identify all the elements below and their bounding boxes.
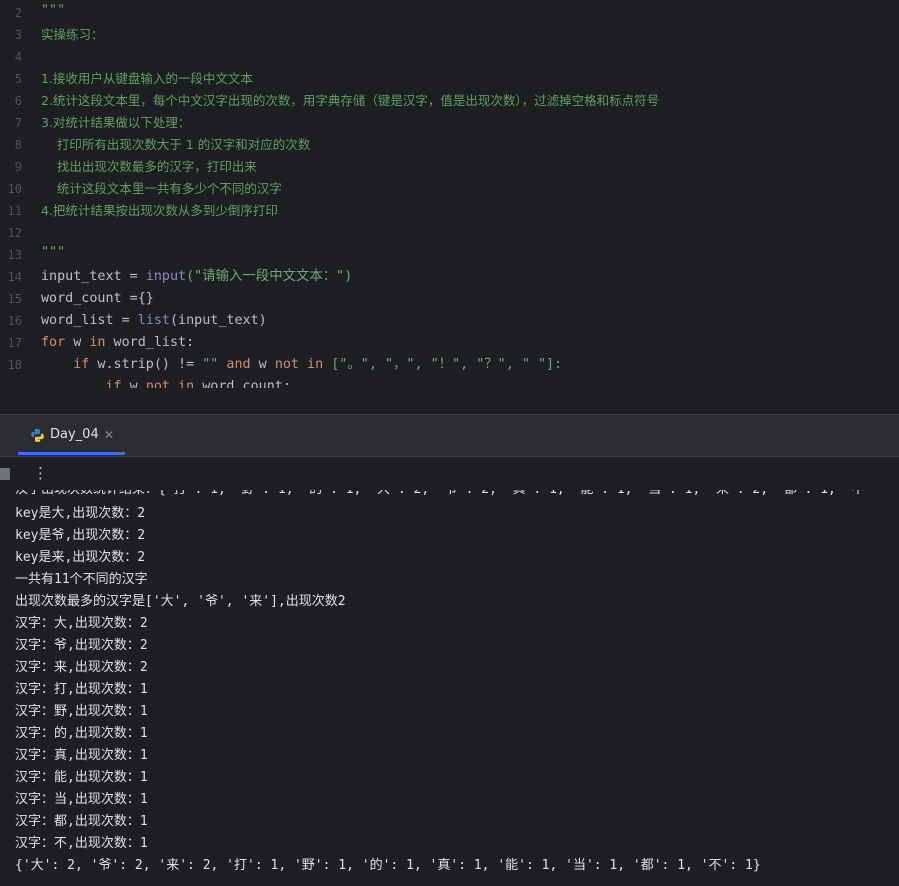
code-token-string: ""	[202, 357, 219, 372]
line-number-gutter: 2 3 4 5 6 7 8 9 10 11 12 13 14 15 16 17 …	[0, 0, 28, 388]
code-token: w.strip() !=	[89, 357, 203, 372]
code-token-keyword: if	[41, 379, 122, 388]
doc-line: 实操练习：	[41, 27, 104, 42]
code-token-keyword: and	[218, 357, 251, 372]
console-line: 汉字：爷,出现次数：2	[15, 638, 148, 653]
tab-day-04[interactable]: Day_04 ✕	[18, 415, 125, 456]
line-number: 3	[14, 28, 22, 42]
code-token: w	[65, 335, 90, 350]
doc-line: 找出出现次数最多的汉字，打印出来	[41, 159, 257, 174]
line-number: 12	[7, 226, 22, 240]
code-token: w	[121, 379, 146, 388]
run-tool-window-header: Day_04 ✕	[0, 415, 899, 456]
code-token-keyword: not	[274, 357, 299, 372]
line-number: 4	[14, 50, 22, 64]
code-token: (input_text)	[170, 313, 267, 328]
code-token: =	[121, 269, 146, 284]
console-line: {'大': 2, '爷': 2, '来': 2, '打': 1, '野': 1,…	[15, 858, 761, 873]
code-token-keyword: in	[299, 357, 324, 372]
doc-line: 3.对统计结果做以下处理：	[41, 115, 191, 130]
line-number: 2	[14, 6, 22, 20]
console-line: 汉字：真,出现次数：1	[15, 748, 148, 763]
line-number: 16	[7, 314, 22, 328]
code-line-if-strip: if w.strip() != "" and w not in ["。", "，…	[41, 354, 562, 376]
console-line: 汉字出现次数统计结果：{'打': 1, '野': 1, '的': 1, '大':…	[15, 490, 872, 501]
code-token-builtin: input	[145, 269, 187, 284]
code-editor[interactable]: 2 3 4 5 6 7 8 9 10 11 12 13 14 15 16 17 …	[0, 0, 899, 388]
python-icon	[30, 428, 45, 443]
console-line: 汉字：的,出现次数：1	[15, 726, 148, 741]
docstring-close: """	[41, 245, 66, 260]
code-token: word_list =	[41, 313, 138, 328]
stop-icon[interactable]	[0, 468, 10, 480]
console-line: 汉字：来,出现次数：2	[15, 660, 148, 675]
editor-bottom-area	[0, 388, 899, 416]
code-token-keyword: not	[145, 379, 170, 388]
code-token-string: ["。", "，", "！", "？", " "]:	[323, 357, 563, 372]
console-line: 汉字：不,出现次数：1	[15, 836, 148, 851]
code-line-for: for w in word_list:	[41, 332, 194, 354]
line-number: 14	[7, 270, 22, 284]
console-line: 出现次数最多的汉字是['大', '爷', '来'],出现次数2	[15, 594, 346, 609]
line-number: 18	[7, 358, 22, 372]
console-line: 汉字：大,出现次数：2	[15, 616, 148, 631]
console-line: key是来,出现次数：2	[15, 550, 146, 565]
tab-label: Day_04	[50, 427, 99, 442]
code-token: word_count ={}	[41, 291, 154, 306]
code-token-keyword: in	[89, 335, 106, 350]
code-token: word_list:	[105, 335, 195, 350]
line-number: 15	[7, 292, 22, 306]
line-number: 13	[7, 248, 22, 262]
code-token: w	[250, 357, 275, 372]
console-line: 汉字：能,出现次数：1	[15, 770, 148, 785]
active-tab-indicator	[18, 452, 125, 455]
line-number: 5	[14, 72, 22, 86]
ide-window: 2 3 4 5 6 7 8 9 10 11 12 13 14 15 16 17 …	[0, 0, 899, 886]
console-line: 一共有11个不同的汉字	[15, 572, 148, 587]
console-line: 汉字：都,出现次数：1	[15, 814, 148, 829]
code-token-string: ("请输入一段中文文本：")	[186, 269, 353, 284]
code-line-word-list: word_list = list(input_text)	[41, 310, 267, 332]
doc-line: 4.把统计结果按出现次数从多到少倒序打印	[41, 203, 278, 218]
close-icon[interactable]: ✕	[104, 426, 114, 444]
line-number: 9	[14, 160, 22, 174]
code-token: word_count:	[194, 379, 291, 388]
doc-line: 2.统计这段文本里，每个中文汉字出现的次数，用字典存储（键是汉字，值是出现次数）…	[41, 93, 660, 108]
console-line: 汉字：打,出现次数：1	[15, 682, 148, 697]
more-vertical-icon[interactable]: ⋮	[33, 463, 48, 483]
code-line-if-not-in: if w not in word_count:	[41, 376, 291, 388]
code-token-builtin: list	[137, 313, 170, 328]
doc-line: 统计这段文本里一共有多少个不同的汉字	[41, 181, 282, 196]
doc-line: 打印所有出现次数大于 1 的汉字和对应的次数	[41, 137, 311, 152]
line-number: 8	[14, 138, 22, 152]
console-output[interactable]: 汉字出现次数统计结果：{'打': 1, '野': 1, '的': 1, '大':…	[0, 490, 899, 886]
run-toolbar: ⋮	[0, 456, 899, 491]
line-number: 7	[14, 116, 22, 130]
console-line: 汉字：野,出现次数：1	[15, 704, 148, 719]
code-line-input: input_text = input("请输入一段中文文本：")	[41, 266, 352, 288]
code-token-keyword: if	[41, 357, 90, 372]
code-token-keyword: in	[170, 379, 195, 388]
line-number: 11	[7, 204, 22, 218]
docstring-open: """	[41, 3, 66, 18]
line-number: 10	[7, 182, 22, 196]
line-number: 6	[14, 94, 22, 108]
console-line: 汉字：当,出现次数：1	[15, 792, 148, 807]
code-token-keyword: for	[41, 335, 66, 350]
code-token: input_text	[41, 269, 122, 284]
console-line: key是大,出现次数：2	[15, 506, 146, 521]
doc-line: 1.接收用户从键盘输入的一段中文文本	[41, 71, 253, 86]
console-line: key是爷,出现次数：2	[15, 528, 146, 543]
code-line-word-count: word_count ={}	[41, 288, 154, 310]
line-number: 17	[7, 336, 22, 350]
